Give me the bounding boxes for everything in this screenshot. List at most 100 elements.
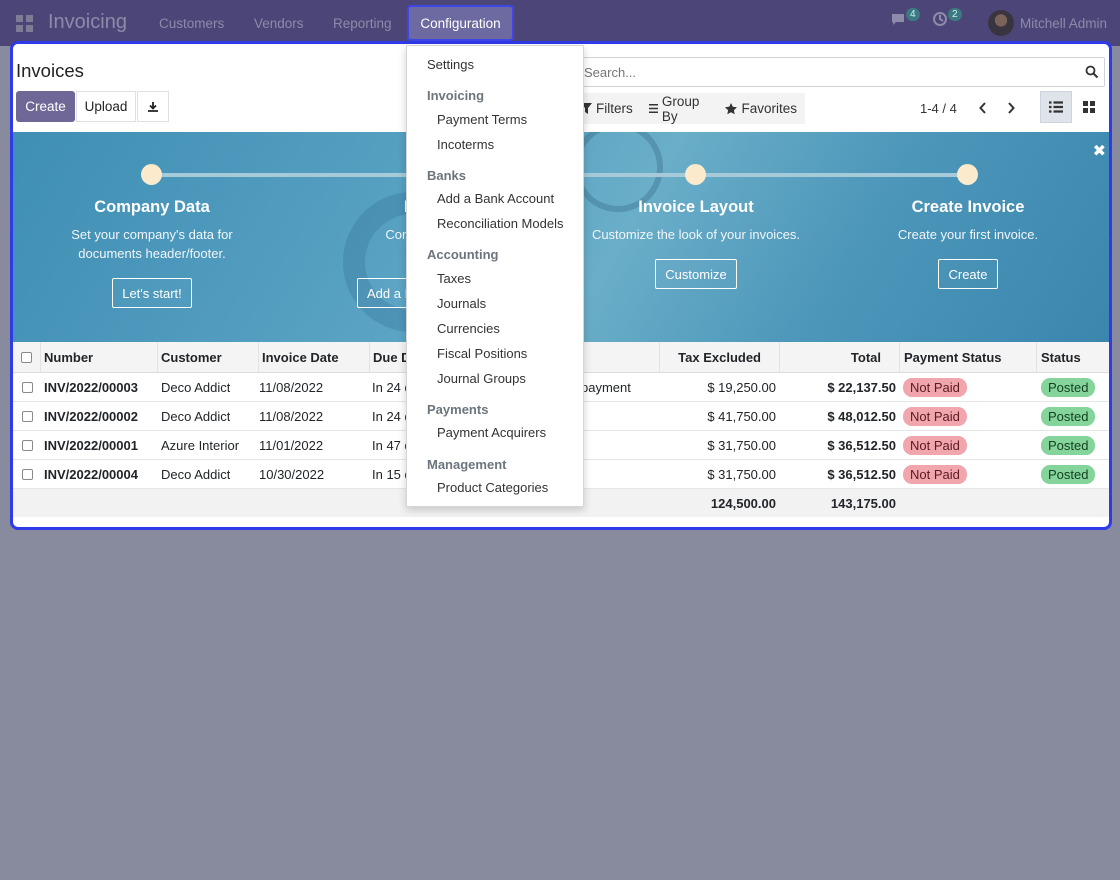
column-number[interactable]: Number: [41, 342, 158, 372]
cell-payment-status: Not Paid: [903, 373, 967, 401]
cell-status: Posted: [1041, 431, 1096, 459]
step-description: Create your first invoice.: [897, 227, 1039, 242]
cell-number: INV/2022/00002: [44, 408, 138, 424]
menu-item-settings[interactable]: Settings: [427, 57, 474, 72]
row-checkbox[interactable]: [21, 439, 33, 451]
lets-start-button[interactable]: Let's start!: [112, 278, 192, 308]
row-checkbox[interactable]: [21, 468, 33, 480]
posted-badge: Posted: [1041, 435, 1096, 455]
step-title: Invoice Layout: [638, 198, 754, 216]
cell-customer: Azure Interior: [161, 437, 240, 453]
upload-button[interactable]: Upload: [76, 91, 136, 122]
cell-status: Posted: [1041, 373, 1096, 401]
user-name[interactable]: Mitchell Admin: [1020, 16, 1107, 31]
posted-badge: Posted: [1041, 377, 1096, 397]
menu-item-currencies[interactable]: Currencies: [437, 321, 500, 336]
cell-tax-excluded: $ 19,250.00: [707, 379, 776, 395]
cell-customer: Deco Addict: [161, 408, 231, 424]
group-by-button[interactable]: Group By: [641, 94, 718, 124]
posted-badge: Posted: [1041, 406, 1096, 426]
not-paid-badge: Not Paid: [903, 406, 967, 426]
menu-item-journals[interactable]: Journals: [437, 296, 486, 311]
pager-previous-button[interactable]: [975, 99, 991, 117]
step-dot: [685, 164, 706, 185]
menu-configuration[interactable]: Configuration: [407, 5, 514, 41]
cell-total: $ 22,137.50: [827, 379, 896, 395]
activities-count-badge: 2: [948, 8, 962, 21]
menu-item-product-categories[interactable]: Product Categories: [437, 480, 548, 495]
app-brand[interactable]: Invoicing: [48, 11, 127, 34]
row-checkbox[interactable]: [21, 381, 33, 393]
page-title: Invoices: [16, 60, 84, 81]
cell-total: $ 36,512.50: [827, 466, 896, 482]
column-payment-status[interactable]: Payment Status: [900, 342, 1037, 372]
clock-icon: [933, 12, 947, 26]
posted-badge: Posted: [1041, 464, 1096, 484]
apps-menu-icon[interactable]: [16, 15, 33, 32]
list-view-button[interactable]: [1040, 91, 1072, 123]
group-by-label: Group By: [661, 93, 700, 124]
create-invoice-button[interactable]: Create: [938, 259, 998, 289]
row-select-cell: [13, 402, 41, 430]
cell-customer: Deco Addict: [161, 379, 231, 395]
kanban-view-button[interactable]: [1073, 91, 1105, 123]
create-button[interactable]: Create: [16, 91, 75, 122]
user-avatar[interactable]: [988, 10, 1014, 36]
customize-button[interactable]: Customize: [655, 259, 737, 289]
activities-systray[interactable]: 2: [932, 8, 962, 27]
download-button[interactable]: [137, 91, 169, 122]
cell-tax-excluded: $ 31,750.00: [707, 466, 776, 482]
cell-invoice-date: 11/01/2022: [259, 437, 324, 453]
menu-item-payment-terms[interactable]: Payment Terms: [437, 112, 527, 127]
search-bar[interactable]: [573, 57, 1105, 87]
menu-item-fiscal-positions[interactable]: Fiscal Positions: [437, 346, 527, 361]
step-description: Customize the look of your invoices.: [591, 227, 801, 242]
pager-value[interactable]: 1-4 / 4: [920, 101, 957, 116]
menu-reporting[interactable]: Reporting: [333, 16, 392, 31]
cell-status: Posted: [1041, 402, 1096, 430]
column-invoice-date[interactable]: Invoice Date: [259, 342, 370, 372]
download-icon: [148, 101, 158, 112]
top-navbar: Invoicing Customers Vendors Reporting Co…: [0, 0, 1120, 46]
menu-item-payment-acquirers[interactable]: Payment Acquirers: [437, 425, 546, 440]
menu-item-add-bank-account[interactable]: Add a Bank Account: [437, 191, 554, 206]
grid-icon: [1083, 101, 1095, 113]
messages-systray[interactable]: 4: [890, 8, 920, 27]
step-dot: [141, 164, 162, 185]
search-input[interactable]: [574, 58, 1054, 86]
chevron-right-icon: [1008, 102, 1015, 114]
pager-next-button[interactable]: [1003, 99, 1019, 117]
column-status[interactable]: Status: [1037, 342, 1109, 372]
column-total[interactable]: Total: [780, 342, 900, 372]
menu-item-incoterms[interactable]: Incoterms: [437, 137, 494, 152]
select-all-checkbox[interactable]: [21, 351, 32, 363]
menu-vendors[interactable]: Vendors: [254, 16, 304, 31]
footer-tax-excluded-sum: 124,500.00: [710, 495, 776, 511]
column-tax-excluded[interactable]: Tax Excluded: [660, 342, 780, 372]
filters-label: Filters: [596, 101, 633, 116]
menu-customers[interactable]: Customers: [159, 16, 224, 31]
favorites-button[interactable]: Favorites: [717, 101, 805, 116]
favorites-label: Favorites: [741, 101, 797, 116]
cell-customer: Deco Addict: [161, 466, 231, 482]
column-customer[interactable]: Customer: [158, 342, 259, 372]
step-title: Company Data: [94, 198, 210, 216]
not-paid-badge: Not Paid: [903, 377, 967, 397]
step-description: documents header/footer.: [78, 246, 226, 261]
cell-number: INV/2022/00001: [44, 437, 138, 453]
search-icon[interactable]: [1085, 65, 1099, 79]
cell-number: INV/2022/00004: [44, 466, 138, 482]
row-select-cell: [13, 373, 41, 401]
row-checkbox[interactable]: [21, 410, 33, 422]
step-company-data: Company Data Set your company's data for…: [17, 198, 287, 263]
cell-invoice-date: 10/30/2022: [259, 466, 325, 482]
messages-count-badge: 4: [906, 8, 920, 21]
section-header-invoicing: Invoicing: [427, 88, 485, 103]
cell-payment-status: Not Paid: [903, 431, 967, 459]
close-icon[interactable]: ✖: [1093, 141, 1106, 161]
menu-item-reconciliation-models[interactable]: Reconciliation Models: [437, 216, 563, 231]
menu-item-journal-groups[interactable]: Journal Groups: [437, 371, 526, 386]
cell-total: $ 48,012.50: [827, 408, 896, 424]
configuration-dropdown: Settings Invoicing Payment Terms Incoter…: [406, 45, 584, 507]
menu-item-taxes[interactable]: Taxes: [437, 271, 471, 286]
